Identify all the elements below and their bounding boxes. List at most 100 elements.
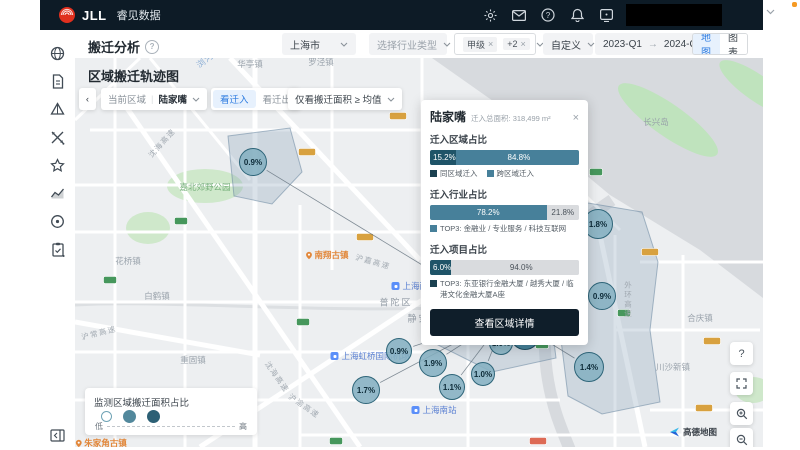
legend-title: 监测区域搬迁面积占比 bbox=[94, 395, 248, 409]
left-sidebar bbox=[40, 30, 75, 450]
bell-icon[interactable] bbox=[570, 8, 584, 22]
brand-name: JLL bbox=[82, 8, 107, 23]
road-shield-icon bbox=[590, 169, 603, 176]
back-button[interactable]: ‹ bbox=[79, 88, 96, 110]
feedback-icon[interactable] bbox=[599, 8, 613, 22]
document-icon[interactable] bbox=[49, 72, 67, 90]
stacked-bar: 6.0%94.0% bbox=[430, 260, 579, 275]
redacted-username bbox=[626, 4, 722, 26]
zoom-out-button[interactable] bbox=[730, 428, 753, 447]
globe-icon[interactable] bbox=[49, 44, 67, 62]
migration-bubble[interactable]: 1.0% bbox=[471, 362, 495, 386]
close-icon[interactable]: × bbox=[573, 113, 579, 124]
legend-item: TOP3: 东亚银行金融大厦 / 越秀大厦 / 临港文化金融大厦A座 bbox=[430, 279, 579, 301]
section-title: 迁入项目占比 bbox=[430, 242, 579, 256]
road-shield-icon bbox=[618, 310, 631, 317]
target-icon[interactable] bbox=[49, 212, 67, 230]
collapse-icon[interactable] bbox=[49, 426, 67, 444]
legend-item: 跨区域迁入 bbox=[487, 169, 535, 180]
stacked-bar: 15.2%84.8% bbox=[430, 150, 579, 165]
chevron-down-icon bbox=[192, 97, 200, 102]
section-title: 迁入行业占比 bbox=[430, 187, 579, 201]
road-shield-icon bbox=[696, 405, 713, 412]
city-select[interactable]: 上海市 bbox=[282, 33, 356, 55]
road-shield-icon bbox=[299, 149, 316, 156]
chevron-down-icon bbox=[340, 39, 348, 50]
legend-scale-line bbox=[107, 426, 235, 427]
view-toggle: 地图 图表 bbox=[692, 33, 748, 55]
chevron-down-icon bbox=[587, 39, 595, 50]
legend-high-label: 高 bbox=[239, 421, 247, 432]
bar-legend: TOP3: 金融业 / 专业服务 / 科技互联网 bbox=[430, 224, 579, 235]
remove-tag-icon[interactable]: × bbox=[488, 39, 493, 49]
chevron-down-icon bbox=[443, 39, 451, 50]
map-attribution: 高德地图 bbox=[670, 426, 717, 438]
region-select[interactable]: 当前区域 | 陆家嘴 bbox=[101, 88, 207, 110]
period-mode-select[interactable]: 自定义 bbox=[543, 33, 593, 55]
migrate-icon[interactable] bbox=[49, 128, 67, 146]
legend-item: TOP3: 金融业 / 专业服务 / 科技互联网 bbox=[430, 224, 566, 235]
view-map-button[interactable]: 地图 bbox=[692, 33, 721, 55]
grade-tag-more: +2× bbox=[503, 38, 530, 50]
app-root: JLL 睿见数据 ? bbox=[0, 0, 800, 450]
popup-title: 陆家嘴 bbox=[430, 108, 466, 125]
migration-bubble[interactable]: 1.9% bbox=[419, 349, 447, 377]
fullscreen-button[interactable] bbox=[730, 372, 753, 395]
industry-select[interactable]: 选择行业类型 bbox=[369, 33, 447, 55]
view-inflow-tab[interactable]: 看迁入 bbox=[213, 90, 256, 108]
title-help-icon[interactable]: ? bbox=[145, 40, 159, 54]
migration-bubble[interactable]: 0.9% bbox=[386, 338, 412, 364]
mail-icon[interactable] bbox=[512, 8, 526, 22]
legend-item: 同区域迁入 bbox=[430, 169, 478, 180]
map-canvas[interactable]: 区域搬迁轨迹图 ‹ 当前区域 | 陆家嘴 看迁入 看迁出 仅看搬迁面积 ≥ 均值… bbox=[75, 58, 763, 447]
amap-logo-icon bbox=[670, 427, 680, 437]
map-help-button[interactable]: ? bbox=[730, 342, 753, 365]
brand[interactable]: JLL 睿见数据 bbox=[58, 6, 161, 24]
road-shield-icon bbox=[530, 438, 547, 445]
legend-swatch bbox=[487, 170, 494, 177]
zoom-in-button[interactable] bbox=[730, 402, 753, 425]
migration-bubble[interactable]: 0.9% bbox=[239, 148, 267, 176]
chart-icon[interactable] bbox=[49, 184, 67, 202]
product-name: 睿见数据 bbox=[117, 7, 161, 23]
migration-bubble[interactable]: 1.1% bbox=[439, 374, 465, 400]
area-filter-select[interactable]: 仅看搬迁面积 ≥ 均值 bbox=[288, 88, 402, 110]
map-panel-title: 区域搬迁轨迹图 bbox=[88, 66, 179, 85]
grade-multiselect[interactable]: 甲级× +2× bbox=[454, 33, 536, 55]
star-icon[interactable] bbox=[49, 156, 67, 174]
clipboard-icon[interactable] bbox=[49, 240, 67, 258]
in-out-toggle: 看迁入 看迁出 bbox=[211, 88, 300, 110]
road-shield-icon bbox=[390, 113, 407, 120]
bar-segment: 94.0% bbox=[451, 260, 579, 275]
legend-low-label: 低 bbox=[95, 421, 103, 432]
chevron-down-icon bbox=[387, 97, 395, 102]
legend-swatch bbox=[430, 225, 437, 232]
zoom-in-icon bbox=[736, 408, 748, 420]
bar-segment: 6.0% bbox=[430, 260, 451, 275]
region-detail-popup: 陆家嘴 迁入总面积: 318,499 m² × 迁入区域占比 15.2%84.8… bbox=[421, 100, 588, 345]
range-arrow: → bbox=[648, 39, 658, 50]
road-shield-icon bbox=[642, 249, 659, 256]
jll-logo-icon bbox=[58, 6, 76, 24]
bar-segment: 84.8% bbox=[456, 150, 579, 165]
migration-bubble[interactable]: 1.4% bbox=[574, 352, 604, 382]
migration-bubble[interactable]: 0.9% bbox=[588, 282, 616, 310]
road-shield-icon bbox=[104, 277, 117, 284]
road-shield-icon bbox=[357, 234, 374, 241]
bar-segment: 21.8% bbox=[547, 205, 579, 220]
view-chart-button[interactable]: 图表 bbox=[720, 34, 747, 54]
view-region-detail-button[interactable]: 查看区域详情 bbox=[430, 309, 579, 336]
bar-legend: 同区域迁入跨区域迁入 bbox=[430, 169, 579, 180]
stacked-bar: 78.2%21.8% bbox=[430, 205, 579, 220]
migration-bubble[interactable]: 1.7% bbox=[352, 376, 380, 404]
bar-segment: 78.2% bbox=[430, 205, 547, 220]
help-icon[interactable]: ? bbox=[541, 8, 555, 22]
svg-text:?: ? bbox=[546, 11, 551, 20]
prism-icon[interactable] bbox=[49, 100, 67, 118]
legend-swatch bbox=[430, 280, 437, 287]
zoom-out-icon bbox=[736, 434, 748, 446]
browser-chevron-icon[interactable] bbox=[766, 7, 775, 18]
settings-icon[interactable] bbox=[483, 8, 497, 22]
notification-dot bbox=[792, 2, 797, 7]
remove-tag-icon[interactable]: × bbox=[521, 39, 526, 49]
